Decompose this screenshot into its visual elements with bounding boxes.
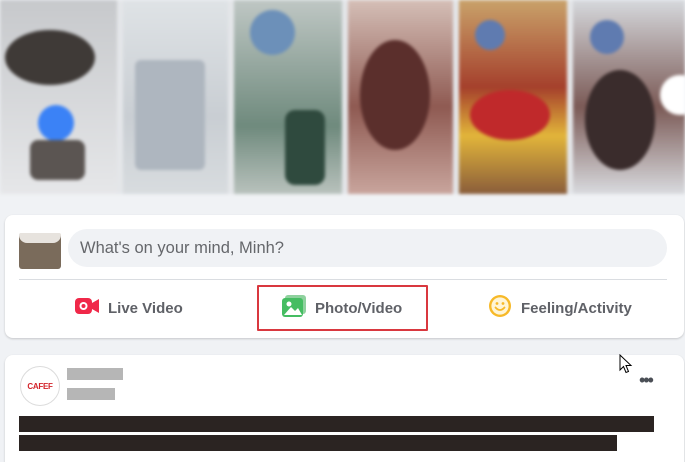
feeling-activity-label: Feeling/Activity [521, 299, 632, 317]
feed-post: CAFEF ••• [5, 355, 684, 462]
story-divider [228, 0, 234, 194]
post-composer: What's on your mind, Minh? Live Video Ph… [5, 215, 684, 338]
more-options-icon[interactable]: ••• [639, 371, 654, 389]
story-divider [342, 0, 348, 194]
redacted-page-name [67, 368, 123, 380]
stories-strip[interactable] [0, 0, 685, 194]
user-avatar[interactable] [19, 233, 61, 269]
facebook-feed: What's on your mind, Minh? Live Video Ph… [0, 0, 685, 462]
photo-video-highlight [257, 285, 428, 331]
story-divider [453, 0, 459, 194]
story-divider [117, 0, 123, 194]
redacted-post-text [19, 416, 654, 432]
story-card[interactable] [570, 0, 685, 194]
feeling-activity-button[interactable]: Feeling/Activity [488, 290, 632, 326]
story-divider [567, 0, 573, 194]
page-avatar[interactable]: CAFEF [20, 366, 60, 406]
redacted-timestamp [67, 388, 115, 400]
story-card[interactable] [0, 0, 120, 194]
story-card[interactable] [345, 0, 455, 194]
story-card[interactable] [120, 0, 230, 194]
redacted-post-text [19, 435, 617, 451]
story-card[interactable] [230, 0, 345, 194]
page-logo-text: CAFEF [27, 381, 53, 391]
live-video-icon [75, 297, 99, 319]
live-video-button[interactable]: Live Video [75, 290, 183, 326]
mouse-cursor-icon [619, 353, 633, 374]
whats-on-your-mind-input[interactable]: What's on your mind, Minh? [68, 229, 667, 267]
feeling-activity-icon [488, 294, 512, 322]
story-card[interactable] [455, 0, 570, 194]
composer-divider [19, 279, 667, 280]
live-video-label: Live Video [108, 299, 183, 317]
